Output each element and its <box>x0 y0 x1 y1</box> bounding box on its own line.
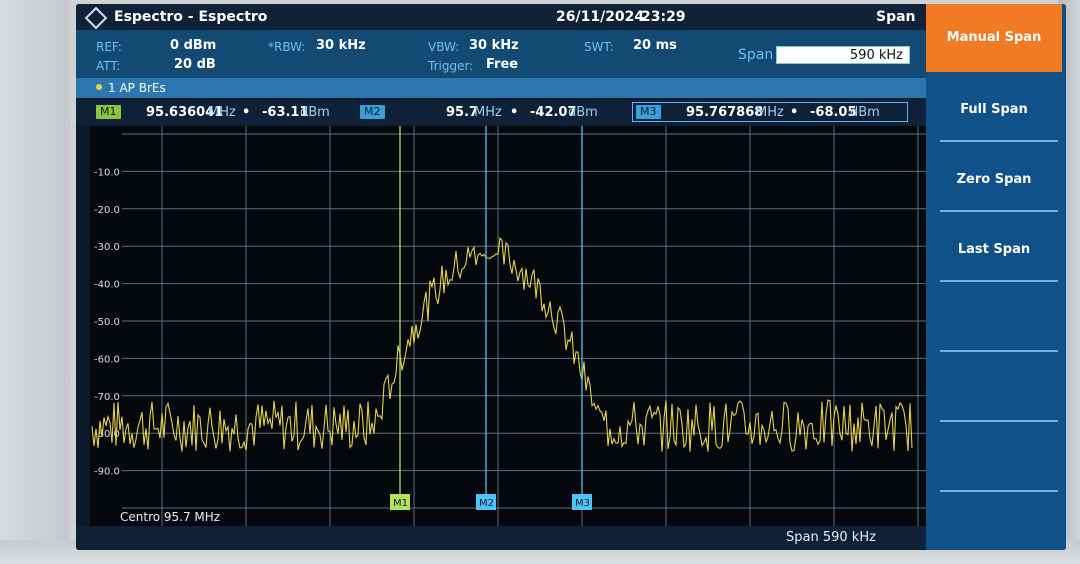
marker-m3-freq-unit: MHz <box>756 105 784 120</box>
span-label: Span <box>738 47 774 63</box>
y-tick-label: -70.0 <box>94 392 120 403</box>
softkey-divider <box>940 210 1058 212</box>
marker-flag-label: M3 <box>575 498 590 509</box>
softkey-divider <box>940 490 1058 492</box>
y-tick-label: -20.0 <box>94 205 120 216</box>
trigger-label: Trigger: <box>428 59 474 73</box>
softkey-label: Zero Span <box>956 172 1032 187</box>
y-tick-labels: -10.0-20.0-30.0-40.0-50.0-60.0-70.0-80.0… <box>94 167 120 477</box>
rbw-label: *RBW: <box>268 40 306 54</box>
spectrum-plot[interactable]: -10.0 -20.0 -30.0 -40.0 -50.0 -60.0 -70.0 -80.0… <box>90 126 926 528</box>
app-title: Espectro - Espectro <box>114 9 268 25</box>
softkey-label: Manual Span <box>946 30 1042 45</box>
settings-bar: REF: 0 dBm ATT: 20 dB *RBW: 30 kHz VBW: … <box>76 30 926 78</box>
softkey-divider <box>940 420 1058 422</box>
trace-label: 1 AP BrEs <box>108 81 166 95</box>
spectrum-plot-svg[interactable]: -10.0-20.0-30.0-40.0-50.0-60.0-70.0-80.0… <box>90 126 926 528</box>
trace-dot-icon <box>96 84 102 90</box>
att-value[interactable]: 20 dB <box>174 57 216 72</box>
marker-m1-tag[interactable]: M1 <box>96 105 121 119</box>
y-tick-label: -10.0 <box>94 167 120 178</box>
y-tick-label: -50.0 <box>94 317 120 328</box>
marker-readout-bar: M1 95.636041 MHz • -63.11 dBm M2 95.7 MH… <box>76 100 926 126</box>
y-tick-label: -90.0 <box>94 467 120 478</box>
marker-m2-level-unit: dBm <box>568 105 598 120</box>
softkey-last-span[interactable]: Last Span <box>926 216 1062 284</box>
swt-value[interactable]: 20 ms <box>633 38 677 53</box>
marker-m2-tag[interactable]: M2 <box>360 105 385 119</box>
y-tick-label: -40.0 <box>94 280 120 291</box>
title-bar: Espectro - Espectro 26/11/2024 23:29 Spa… <box>76 4 926 30</box>
time-display: 23:29 <box>641 9 686 25</box>
vbw-value[interactable]: 30 kHz <box>469 38 519 53</box>
trigger-value[interactable]: Free <box>486 57 518 72</box>
span-input[interactable]: 590 kHz <box>776 46 910 64</box>
vbw-label: VBW: <box>428 40 460 54</box>
marker-m3-level-unit: dBm <box>850 105 880 120</box>
ref-label: REF: <box>96 40 122 54</box>
trace-label-bar: 1 AP BrEs <box>76 78 926 98</box>
marker-m2-sep: • <box>510 105 519 120</box>
marker-m2-freq-unit: MHz <box>474 105 502 120</box>
center-frequency-label: Centro 95.7 MHz <box>120 510 221 524</box>
rs-logo-icon <box>84 6 108 30</box>
marker-m3-sep: • <box>790 105 799 120</box>
softkey-manual-span[interactable]: Manual Span <box>926 4 1062 72</box>
softkey-empty-6[interactable] <box>926 356 1062 424</box>
marker-m3-tag[interactable]: M3 <box>636 105 661 119</box>
softkey-empty-7[interactable] <box>926 426 1062 494</box>
softkey-full-span[interactable]: Full Span <box>926 76 1062 144</box>
plot-grid <box>122 126 926 528</box>
softkey-zero-span[interactable]: Zero Span <box>926 146 1062 214</box>
softkey-label: Full Span <box>960 102 1028 117</box>
ref-value[interactable]: 0 dBm <box>170 38 216 53</box>
marker-flag-label: M2 <box>479 498 494 509</box>
marker-flag-label: M1 <box>393 498 408 509</box>
marker-m1-sep: • <box>242 105 251 120</box>
date-display: 26/11/2024 <box>556 9 645 25</box>
marker-m1-level-unit: dBm <box>300 105 330 120</box>
softkey-divider <box>940 140 1058 142</box>
mode-title: Span <box>876 9 916 25</box>
att-label: ATT: <box>96 59 121 73</box>
bottom-bar: Span 590 kHz <box>76 526 926 550</box>
span-bottom-label: Span 590 kHz <box>786 530 876 545</box>
softkey-label: Last Span <box>957 242 1031 257</box>
marker-m1-freq-unit: MHz <box>208 105 236 120</box>
softkey-empty-5[interactable] <box>926 286 1062 354</box>
swt-label: SWT: <box>584 40 614 54</box>
device-bezel-left <box>0 0 70 564</box>
spectrum-trace <box>91 237 913 452</box>
y-tick-label: -60.0 <box>94 354 120 365</box>
softkey-divider <box>940 280 1058 282</box>
marker-m3-freq: 95.767868 <box>686 105 764 120</box>
y-tick-label: -30.0 <box>94 242 120 253</box>
rbw-value[interactable]: 30 kHz <box>316 38 366 53</box>
softkey-divider <box>940 350 1058 352</box>
marker-lines: M1 M2 M3 <box>390 126 592 510</box>
analyzer-screen: Espectro - Espectro 26/11/2024 23:29 Spa… <box>76 4 1066 550</box>
softkey-panel: Manual Span Full Span Zero Span Last Spa… <box>926 4 1066 550</box>
